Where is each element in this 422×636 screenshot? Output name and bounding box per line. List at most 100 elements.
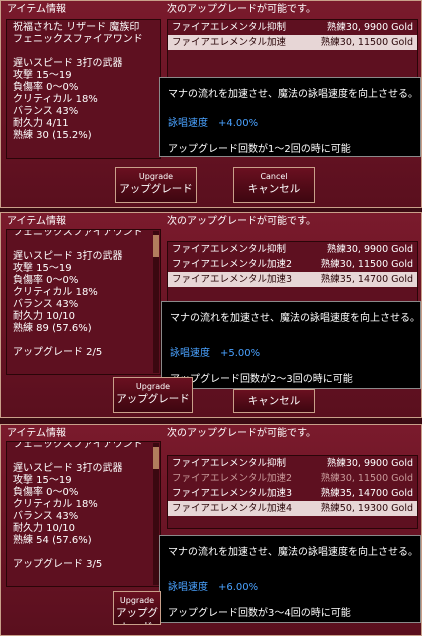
item-info-box: フェニックスファイアワンド 遅いスピード 3打の武器 攻撃 15～19 負傷率 … xyxy=(6,229,161,375)
upgrade-option-name: ファイアエレメンタル加速3 xyxy=(172,488,293,499)
upgrade-list-header: 次のアップグレードが可能です。 xyxy=(167,4,316,15)
upgrade-option[interactable]: ファイアエレメンタル抑制 熟練30, 9900 Gold xyxy=(168,242,417,257)
upgrade-option-name: ファイアエレメンタル加速2 xyxy=(172,473,293,484)
item-info-line: クリティカル 18% xyxy=(13,94,98,105)
scrollbar-thumb[interactable] xyxy=(153,235,159,257)
item-info-line: 遅いスピード 3打の武器 xyxy=(13,251,123,262)
tooltip-description: マナの流れを加速させ、魔法の詠唱速度を向上させる。 xyxy=(168,89,418,100)
item-info-line: フェニックスファイアワンド xyxy=(13,230,143,238)
item-info-line: クリティカル 18% xyxy=(13,499,98,510)
upgrade-button[interactable]: Upgrade アップグレード xyxy=(113,591,161,625)
cancel-button-en: Cancel xyxy=(260,172,288,181)
upgrade-list-header: 次のアップグレードが可能です。 xyxy=(167,428,316,439)
item-info-line: バランス 43% xyxy=(13,106,79,117)
item-info-line: 攻撃 15～19 xyxy=(13,70,72,81)
upgrade-option[interactable]: ファイアエレメンタル抑制 熟練30, 9900 Gold xyxy=(168,20,417,35)
upgrade-option-requirement: 熟練30, 9900 Gold xyxy=(326,22,413,33)
upgrade-button-label: アップグレード xyxy=(119,183,193,195)
upgrade-option-name: ファイアエレメンタル加速2 xyxy=(172,259,293,270)
tooltip-stat-name: 詠唱速度 xyxy=(168,118,208,129)
upgrade-button[interactable]: Upgrade アップグレード xyxy=(115,167,197,203)
cancel-button-label: キャンセル xyxy=(247,183,301,195)
item-info-line: 耐久力 4/11 xyxy=(13,118,69,129)
upgrade-window-2: アイテム情報 次のアップグレードが可能です。 フェニックスファイアワンド 遅いス… xyxy=(0,212,422,418)
item-info-line: クリティカル 18% xyxy=(13,287,98,298)
tooltip-stat-name: 詠唱速度 xyxy=(168,582,208,593)
item-info-line: 攻撃 15～19 xyxy=(13,263,72,274)
upgrade-option[interactable]: ファイアエレメンタル加速3 熟練35, 14700 Gold xyxy=(168,486,417,501)
cancel-button-label: キャンセル xyxy=(247,395,301,407)
item-info-line xyxy=(13,451,154,463)
upgrade-option-name: ファイアエレメンタル抑制 xyxy=(172,22,287,33)
tooltip-condition: アップグレード回数が3～4回の時に可能 xyxy=(168,608,351,619)
upgrade-option[interactable]: ファイアエレメンタル加速 熟練30, 11500 Gold xyxy=(168,35,417,50)
tooltip-description: マナの流れを加速させ、魔法の詠唱速度を向上させる。 xyxy=(168,547,418,558)
tooltip-stat-value: +4.00% xyxy=(218,118,259,129)
item-info-line: バランス 43% xyxy=(13,511,79,522)
upgrade-option-requirement: 熟練35, 14700 Gold xyxy=(320,274,413,285)
upgrade-tooltip: マナの流れを加速させ、魔法の詠唱速度を向上させる。 詠唱速度 +6.00% アップ… xyxy=(159,535,421,623)
upgrade-option-name: ファイアエレメンタル加速 xyxy=(172,37,287,48)
cancel-button[interactable]: Cancel キャンセル xyxy=(233,167,315,203)
upgrade-button-label: アップグレード xyxy=(116,393,190,405)
upgrade-option-requirement: 熟練50, 19300 Gold xyxy=(320,503,413,514)
scrollbar-thumb[interactable] xyxy=(153,447,159,469)
item-info-header: アイテム情報 xyxy=(7,4,66,15)
upgrade-window-1: アイテム情報 次のアップグレードが可能です。 祝福された リザード 魔族印 フェ… xyxy=(0,0,422,208)
upgrade-button-en: Upgrade xyxy=(138,172,174,181)
tooltip-condition: アップグレード回数が1～2回の時に可能 xyxy=(168,144,351,155)
upgrade-list-header: 次のアップグレードが可能です。 xyxy=(167,216,316,227)
item-info-line: 祝福された リザード 魔族印 xyxy=(13,22,140,33)
tooltip-condition: アップグレード回数が2～3回の時に可能 xyxy=(170,374,353,385)
upgrade-option-requirement: 熟練30, 9900 Gold xyxy=(326,458,413,469)
tooltip-stat-value: +5.00% xyxy=(220,348,261,359)
upgrade-option[interactable]: ファイアエレメンタル抑制 熟練30, 9900 Gold xyxy=(168,456,417,471)
upgrade-option-requirement: 熟練30, 11500 Gold xyxy=(320,473,413,484)
item-info-line: 負傷率 0～0% xyxy=(13,275,79,286)
upgrade-option[interactable]: ファイアエレメンタル加速2 熟練30, 11500 Gold xyxy=(168,257,417,272)
item-info-line: 熟練 54 (57.6%) xyxy=(13,535,92,546)
item-info-box: 祝福された リザード 魔族印 フェニックスファイアワンド 遅いスピード 3打の武… xyxy=(6,19,161,159)
item-info-line: 遅いスピード 3打の武器 xyxy=(13,58,123,69)
upgrade-option-requirement: 熟練30, 11500 Gold xyxy=(320,259,413,270)
upgrade-option[interactable]: ファイアエレメンタル加速4 熟練50, 19300 Gold xyxy=(168,501,417,516)
upgrade-tooltip: マナの流れを加速させ、魔法の詠唱速度を向上させる。 詠唱速度 +5.00% アップ… xyxy=(161,301,421,389)
upgrade-button-label: アップグレード xyxy=(116,607,158,624)
item-info-line: 熟練 89 (57.6%) xyxy=(13,323,92,334)
tooltip-stat: 詠唱速度 +6.00% xyxy=(168,578,258,593)
upgrade-option-requirement: 熟練30, 9900 Gold xyxy=(326,244,413,255)
upgrade-option[interactable]: ファイアエレメンタル加速2 熟練30, 11500 Gold xyxy=(168,471,417,486)
item-info-line xyxy=(13,335,154,347)
upgrade-list: ファイアエレメンタル抑制 熟練30, 9900 Gold ファイアエレメンタル加… xyxy=(167,455,418,529)
item-info-box: フェニックスファイアワンド 遅いスピード 3打の武器 攻撃 15～19 負傷率 … xyxy=(6,441,161,587)
tooltip-stat-name: 詠唱速度 xyxy=(170,348,210,359)
item-info-line: 耐久力 10/10 xyxy=(13,311,75,322)
upgrade-button-en: Upgrade xyxy=(135,382,171,391)
item-info-line xyxy=(13,46,154,58)
upgrade-option-name: ファイアエレメンタル加速3 xyxy=(172,274,293,285)
upgrade-option-requirement: 熟練30, 11500 Gold xyxy=(320,37,413,48)
upgrade-option[interactable]: ファイアエレメンタル加速3 熟練35, 14700 Gold xyxy=(168,272,417,287)
item-info-line: フェニックスファイアワンド xyxy=(13,34,143,45)
upgrade-window-3: アイテム情報 次のアップグレードが可能です。 フェニックスファイアワンド 遅いス… xyxy=(0,424,422,636)
tooltip-stat: 詠唱速度 +4.00% xyxy=(168,114,258,129)
item-info-line: フェニックスファイアワンド xyxy=(13,442,143,450)
tooltip-stat: 詠唱速度 +5.00% xyxy=(170,344,260,359)
upgrade-option-requirement: 熟練35, 14700 Gold xyxy=(320,488,413,499)
upgrade-button[interactable]: Upgrade アップグレード xyxy=(113,377,193,413)
item-info-header: アイテム情報 xyxy=(7,216,66,227)
tooltip-description: マナの流れを加速させ、魔法の詠唱速度を向上させる。 xyxy=(170,313,420,324)
item-info-line: 耐久力 10/10 xyxy=(13,523,75,534)
item-info-line: 熟練 30 (15.2%) xyxy=(13,130,92,141)
item-info-line: バランス 43% xyxy=(13,299,79,310)
upgrade-tooltip: マナの流れを加速させ、魔法の詠唱速度を向上させる。 詠唱速度 +4.00% アップ… xyxy=(159,77,421,157)
tooltip-stat-value: +6.00% xyxy=(218,582,259,593)
item-info-scrollbar[interactable] xyxy=(153,231,159,373)
upgrade-option-name: ファイアエレメンタル加速4 xyxy=(172,503,293,514)
cancel-button[interactable]: キャンセル xyxy=(233,389,315,413)
upgrade-option-name: ファイアエレメンタル抑制 xyxy=(172,458,287,469)
item-info-line: アップグレード 3/5 xyxy=(13,559,103,570)
item-info-line xyxy=(13,547,154,559)
item-info-line xyxy=(13,239,154,251)
upgrade-button-en: Upgrade xyxy=(119,596,155,605)
